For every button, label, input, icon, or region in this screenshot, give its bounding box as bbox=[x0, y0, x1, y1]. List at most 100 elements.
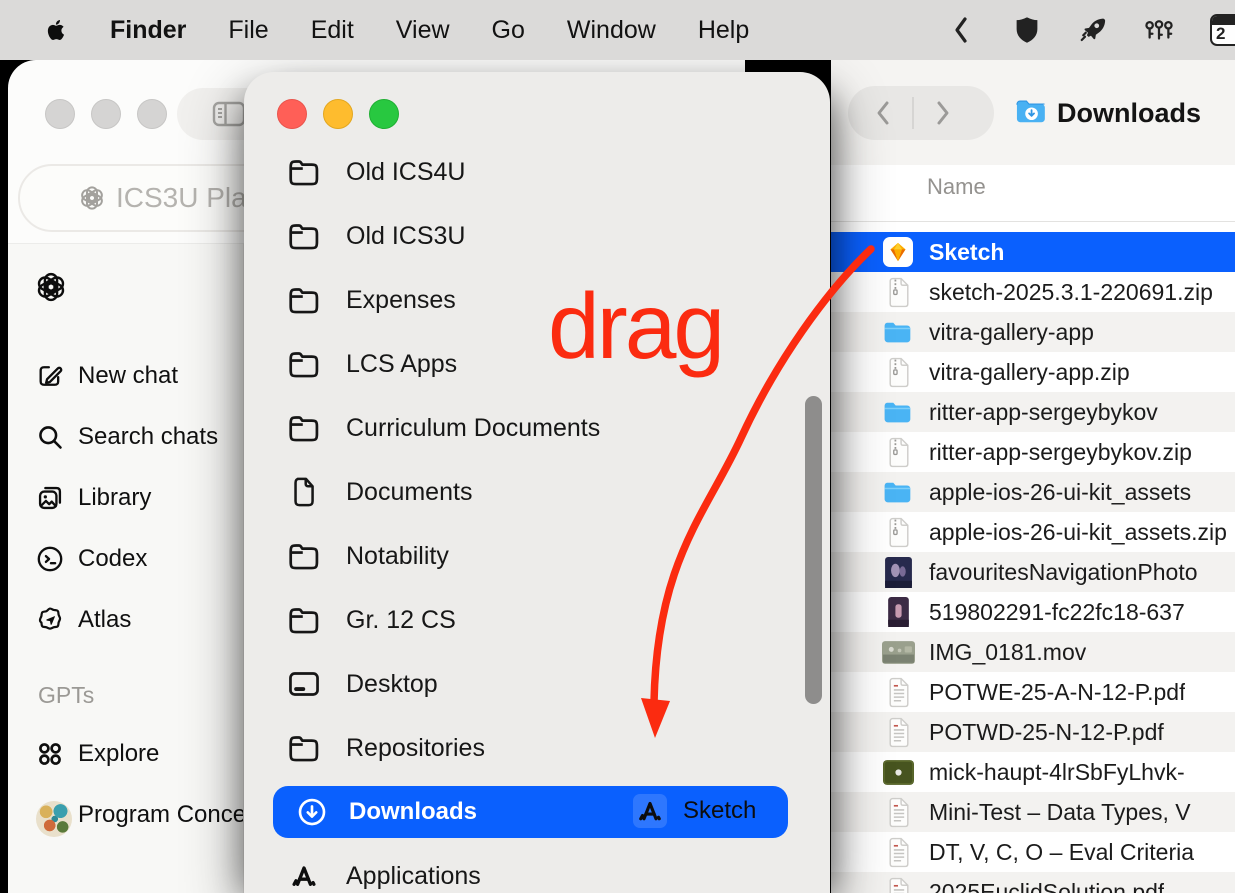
gpt-item-label: Explore bbox=[78, 740, 159, 768]
file-row[interactable]: vitra-gallery-app bbox=[831, 312, 1235, 352]
sidebar-folder-item[interactable]: Notability bbox=[244, 524, 830, 588]
gpt-list-item[interactable]: Explore bbox=[8, 726, 243, 782]
file-name: Sketch bbox=[929, 239, 1004, 266]
forward-button[interactable] bbox=[930, 98, 956, 128]
file-row[interactable]: apple-ios-26-ui-kit_assets.zip bbox=[831, 512, 1235, 552]
zip-icon bbox=[881, 515, 915, 549]
column-header-name[interactable]: Name bbox=[927, 174, 986, 200]
file-list: Sketch sketch-2025.3.1-220691.zip vitra-… bbox=[831, 222, 1235, 893]
appstore-icon bbox=[633, 794, 667, 828]
file-name: apple-ios-26-ui-kit_assets bbox=[929, 479, 1191, 506]
sidebar-item-applications[interactable]: Applications bbox=[244, 854, 830, 893]
sidebar-toggle-icon bbox=[212, 100, 246, 128]
finder-window: Downloads Name Sketch sketch-2025.3.1-22… bbox=[831, 60, 1235, 893]
calendar-icon[interactable]: 2 bbox=[1210, 14, 1235, 46]
folder-blue-icon bbox=[881, 475, 915, 509]
apple-logo-icon[interactable] bbox=[44, 16, 68, 44]
shield-icon[interactable] bbox=[1012, 15, 1042, 45]
sidebar-folder-item[interactable]: Desktop bbox=[244, 652, 830, 716]
nav-item-label: Codex bbox=[78, 545, 147, 573]
rocket-icon[interactable] bbox=[1078, 15, 1108, 45]
sidebar-folder-item[interactable]: Old ICS3U bbox=[244, 204, 830, 268]
sketch-app-icon bbox=[881, 235, 915, 269]
screen: FinderFileEditViewGoWindowHelp 2 ICS3U P… bbox=[0, 0, 1235, 893]
folder-outline-icon bbox=[288, 732, 320, 764]
folder-outline-icon bbox=[288, 220, 320, 252]
sidebar-item-downloads[interactable]: Downloads Sketch bbox=[273, 786, 788, 838]
drag-ghost-label: Sketch bbox=[683, 797, 756, 825]
chevron-left-icon[interactable] bbox=[946, 15, 976, 45]
close-button[interactable] bbox=[277, 99, 307, 129]
folder-outline-icon bbox=[288, 540, 320, 572]
folder-label: Old ICS3U bbox=[346, 222, 465, 251]
file-row[interactable]: mick-haupt-4lrSbFyLhvk- bbox=[831, 752, 1235, 792]
menu-item[interactable]: View bbox=[396, 16, 450, 45]
doc-icon bbox=[881, 835, 915, 869]
file-row[interactable]: POTWD-25-N-12-P.pdf bbox=[831, 712, 1235, 752]
scrollbar-thumb[interactable] bbox=[805, 396, 822, 704]
file-row[interactable]: 519802291-fc22fc18-637 bbox=[831, 592, 1235, 632]
menu-item[interactable]: Window bbox=[567, 16, 656, 45]
window-controls bbox=[277, 99, 399, 129]
codex-icon bbox=[36, 545, 64, 573]
file-name: POTWD-25-N-12-P.pdf bbox=[929, 719, 1164, 746]
folder-outline-icon bbox=[288, 412, 320, 444]
file-row[interactable]: sketch-2025.3.1-220691.zip bbox=[831, 272, 1235, 312]
image-navy-icon bbox=[881, 555, 915, 589]
folder-label: Repositories bbox=[346, 734, 485, 763]
zoom-button[interactable] bbox=[137, 99, 167, 129]
sidebar-nav-item[interactable]: Atlas bbox=[8, 592, 243, 648]
new-chat-icon bbox=[36, 362, 64, 390]
gpts-list: Explore Program Conce bbox=[8, 726, 243, 848]
openai-logo-icon[interactable] bbox=[34, 270, 68, 304]
sidebar-nav-item[interactable]: Codex bbox=[8, 531, 243, 587]
nav-item-label: Library bbox=[78, 484, 151, 512]
sidebar-folder-item[interactable]: Curriculum Documents bbox=[244, 396, 830, 460]
menu-item[interactable]: Edit bbox=[311, 16, 354, 45]
sidebar-folder-item[interactable]: Gr. 12 CS bbox=[244, 588, 830, 652]
keys-icon[interactable] bbox=[1144, 15, 1174, 45]
downloads-label: Downloads bbox=[349, 798, 477, 826]
gpt-list-item[interactable]: Program Conce bbox=[8, 787, 243, 843]
file-name: sketch-2025.3.1-220691.zip bbox=[929, 279, 1213, 306]
sidebar-folder-item[interactable]: Expenses bbox=[244, 268, 830, 332]
sidebar-folder-item[interactable]: Documents bbox=[244, 460, 830, 524]
file-name: vitra-gallery-app bbox=[929, 319, 1094, 346]
file-row[interactable]: 2025EuclidSolution.pdf bbox=[831, 872, 1235, 893]
file-row[interactable]: ritter-app-sergeybykov.zip bbox=[831, 432, 1235, 472]
nav-item-label: New chat bbox=[78, 362, 178, 390]
calendar-day: 2 bbox=[1216, 24, 1225, 44]
sidebar-nav-item[interactable]: Search chats bbox=[8, 409, 243, 465]
explore-icon bbox=[36, 740, 64, 768]
menu-item[interactable]: File bbox=[228, 16, 268, 45]
doc-icon bbox=[881, 795, 915, 829]
file-row[interactable]: Sketch bbox=[831, 232, 1235, 272]
file-row[interactable]: Mini-Test – Data Types, V bbox=[831, 792, 1235, 832]
file-row[interactable]: apple-ios-26-ui-kit_assets bbox=[831, 472, 1235, 512]
sidebar-folder-item[interactable]: Old ICS4U bbox=[244, 156, 830, 204]
folder-label: Documents bbox=[346, 478, 472, 507]
file-name: DT, V, C, O – Eval Criteria bbox=[929, 839, 1194, 866]
zoom-button[interactable] bbox=[369, 99, 399, 129]
sidebar-folder-item[interactable]: Repositories bbox=[244, 716, 830, 780]
minimize-button[interactable] bbox=[91, 99, 121, 129]
minimize-button[interactable] bbox=[323, 99, 353, 129]
file-row[interactable]: DT, V, C, O – Eval Criteria bbox=[831, 832, 1235, 872]
file-row[interactable]: POTWE-25-A-N-12-P.pdf bbox=[831, 672, 1235, 712]
file-row[interactable]: IMG_0181.mov bbox=[831, 632, 1235, 672]
sidebar-nav-item[interactable]: New chat bbox=[8, 348, 243, 404]
downloads-folder-icon bbox=[1015, 98, 1047, 125]
file-row[interactable]: ritter-app-sergeybykov bbox=[831, 392, 1235, 432]
menu-item[interactable]: Finder bbox=[110, 16, 186, 45]
sidebar-nav-item[interactable]: Library bbox=[8, 470, 243, 526]
file-row[interactable]: favouritesNavigationPhoto bbox=[831, 552, 1235, 592]
menu-item[interactable]: Help bbox=[698, 16, 749, 45]
back-button[interactable] bbox=[870, 98, 896, 128]
file-name: mick-haupt-4lrSbFyLhvk- bbox=[929, 759, 1185, 786]
file-row[interactable]: vitra-gallery-app.zip bbox=[831, 352, 1235, 392]
folder-outline-icon bbox=[288, 604, 320, 636]
sidebar-folder-item[interactable]: LCS Apps bbox=[244, 332, 830, 396]
library-icon bbox=[36, 484, 64, 512]
close-button[interactable] bbox=[45, 99, 75, 129]
menu-item[interactable]: Go bbox=[492, 16, 525, 45]
